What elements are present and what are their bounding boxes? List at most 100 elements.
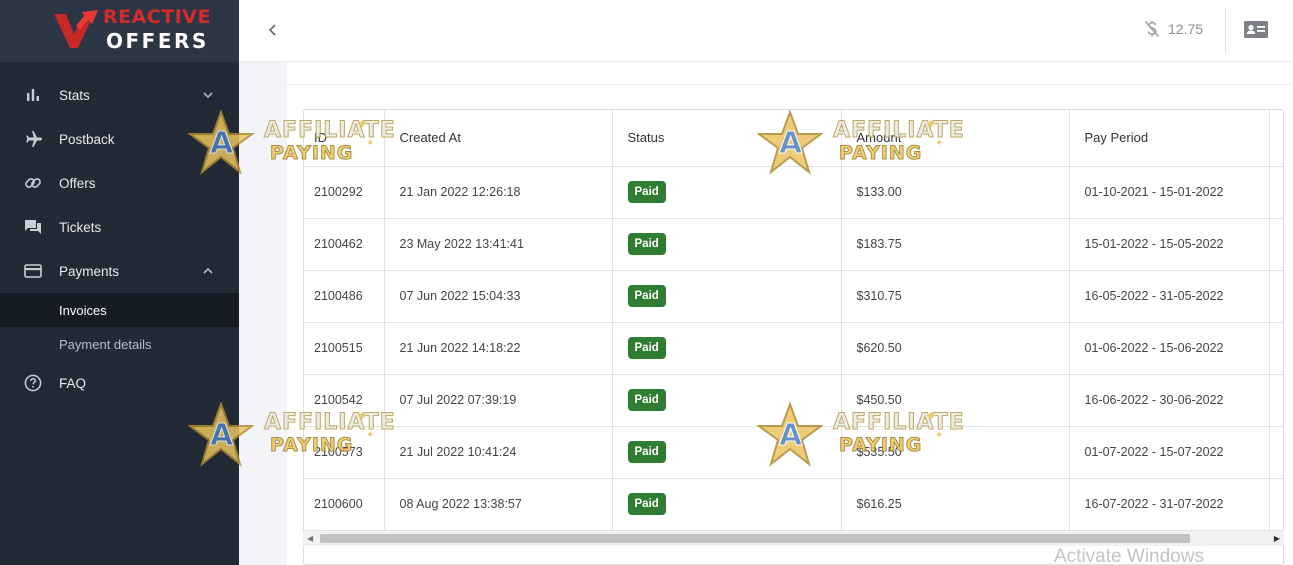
- cell-pay-period: 16-05-2022 - 31-05-2022: [1069, 270, 1270, 323]
- sidebar-item-label: FAQ: [59, 375, 87, 391]
- cell-created-at: 07 Jun 2022 15:04:33: [384, 270, 613, 323]
- status-badge: Paid: [627, 441, 666, 463]
- sidebar-item-postback[interactable]: Postback: [0, 117, 239, 161]
- cell-overflow: [1269, 218, 1283, 271]
- sidebar-subitem-invoices[interactable]: Invoices: [0, 293, 239, 327]
- cell-created-at: 23 May 2022 13:41:41: [384, 218, 613, 271]
- cell-created-at: 08 Aug 2022 13:38:57: [384, 478, 613, 531]
- sidebar: REACTIVE OFFERS Stats Postback Offers Ti…: [0, 0, 239, 565]
- cell-status: Paid: [612, 426, 842, 479]
- brand-logo[interactable]: REACTIVE OFFERS: [0, 0, 239, 62]
- cell-pay-period: 01-06-2022 - 15-06-2022: [1069, 322, 1270, 375]
- cell-overflow: [1269, 478, 1283, 531]
- column-header-amount[interactable]: Amount: [841, 110, 1070, 167]
- cell-pay-period: 16-06-2022 - 30-06-2022: [1069, 374, 1270, 427]
- bar-chart-icon: [24, 86, 42, 104]
- sidebar-item-label: Payments: [59, 263, 120, 279]
- cell-status: Paid: [612, 166, 842, 219]
- cell-amount: $310.75: [841, 270, 1070, 323]
- status-badge: Paid: [627, 285, 666, 307]
- table-row[interactable]: 2100515 21 Jun 2022 14:18:22 Paid $620.5…: [304, 322, 1283, 375]
- cell-pay-period: 15-01-2022 - 15-05-2022: [1069, 218, 1270, 271]
- cell-overflow: [1269, 322, 1283, 375]
- balance-value: 12.75: [1168, 21, 1204, 37]
- cell-created-at: 07 Jul 2022 07:39:19: [384, 374, 613, 427]
- sidebar-subitem-payment-details[interactable]: Payment details: [0, 327, 239, 361]
- column-header-created-at[interactable]: Created At: [384, 110, 613, 167]
- cell-overflow: [1269, 166, 1283, 219]
- scrollbar-thumb[interactable]: [320, 534, 1190, 543]
- chevron-down-icon: [203, 92, 213, 99]
- sidebar-subitem-label: Invoices: [59, 302, 107, 318]
- cell-amount: $616.25: [841, 478, 1070, 531]
- table-header-row: ID Created At Status Amount Pay Period: [304, 110, 1283, 167]
- activate-windows-watermark: Activate Windows: [1054, 546, 1204, 565]
- cell-id: 2100573: [304, 426, 385, 479]
- status-badge: Paid: [627, 389, 666, 411]
- cell-amount: $183.75: [841, 218, 1070, 271]
- status-badge: Paid: [627, 181, 666, 203]
- invoices-table-card: ID Created At Status Amount Pay Period 2…: [303, 109, 1284, 565]
- sidebar-item-tickets[interactable]: Tickets: [0, 205, 239, 249]
- column-header-pay-period[interactable]: Pay Period: [1069, 110, 1270, 167]
- sidebar-item-label: Postback: [59, 131, 115, 147]
- cell-id: 2100515: [304, 322, 385, 375]
- credit-card-icon: [24, 262, 42, 280]
- cell-status: Paid: [612, 270, 842, 323]
- id-card-icon[interactable]: [1243, 19, 1269, 41]
- balance-display: 12.75: [1144, 20, 1203, 38]
- sidebar-item-faq[interactable]: FAQ: [0, 361, 239, 405]
- column-header-overflow: [1269, 110, 1283, 167]
- content-gutter: [239, 62, 287, 565]
- table-row[interactable]: 2100486 07 Jun 2022 15:04:33 Paid $310.7…: [304, 270, 1283, 323]
- table-row[interactable]: 2100542 07 Jul 2022 07:39:19 Paid $450.5…: [304, 374, 1283, 427]
- cell-pay-period: 16-07-2022 - 31-07-2022: [1069, 478, 1270, 531]
- cell-status: Paid: [612, 374, 842, 427]
- cell-amount: $620.50: [841, 322, 1070, 375]
- sidebar-item-payments[interactable]: Payments: [0, 249, 239, 293]
- table-row[interactable]: 2100292 21 Jan 2022 12:26:18 Paid $133.0…: [304, 166, 1283, 219]
- cell-amount: $535.50: [841, 426, 1070, 479]
- chevron-up-icon: [203, 267, 213, 274]
- sidebar-item-offers[interactable]: Offers: [0, 161, 239, 205]
- content-divider: [287, 84, 1293, 85]
- cell-overflow: [1269, 270, 1283, 323]
- cell-pay-period: 01-10-2021 - 15-01-2022: [1069, 166, 1270, 219]
- column-header-id[interactable]: ID: [304, 110, 385, 167]
- cell-id: 2100542: [304, 374, 385, 427]
- cell-created-at: 21 Jul 2022 10:41:24: [384, 426, 613, 479]
- status-badge: Paid: [627, 493, 666, 515]
- airplane-icon: [24, 130, 42, 148]
- scroll-left-icon[interactable]: ◀: [307, 534, 313, 543]
- brand-name-bottom: OFFERS: [106, 29, 209, 53]
- chevron-left-icon[interactable]: [263, 20, 283, 40]
- chat-icon: [24, 218, 42, 236]
- cell-overflow: [1269, 374, 1283, 427]
- cell-status: Paid: [612, 478, 842, 531]
- table-row[interactable]: 2100573 21 Jul 2022 10:41:24 Paid $535.5…: [304, 426, 1283, 479]
- sidebar-item-label: Stats: [59, 87, 90, 103]
- table-row[interactable]: 2100462 23 May 2022 13:41:41 Paid $183.7…: [304, 218, 1283, 271]
- cell-status: Paid: [612, 218, 842, 271]
- sidebar-item-stats[interactable]: Stats: [0, 73, 239, 117]
- cell-pay-period: 01-07-2022 - 15-07-2022: [1069, 426, 1270, 479]
- table-row[interactable]: 2100600 08 Aug 2022 13:38:57 Paid $616.2…: [304, 478, 1283, 531]
- cell-id: 2100292: [304, 166, 385, 219]
- horizontal-scrollbar[interactable]: ◀ ▶: [303, 530, 1284, 546]
- cell-created-at: 21 Jun 2022 14:18:22: [384, 322, 613, 375]
- cell-amount: $133.00: [841, 166, 1070, 219]
- cell-overflow: [1269, 426, 1283, 479]
- link-icon: [24, 174, 42, 192]
- column-header-status[interactable]: Status: [612, 110, 842, 167]
- sidebar-item-label: Offers: [59, 175, 96, 191]
- cell-id: 2100600: [304, 478, 385, 531]
- cell-id: 2100486: [304, 270, 385, 323]
- sidebar-subitem-label: Payment details: [59, 336, 152, 352]
- logo-mark-icon: [54, 10, 98, 48]
- invoices-table: ID Created At Status Amount Pay Period 2…: [304, 110, 1283, 531]
- sidebar-nav: Stats Postback Offers Tickets Payments I…: [0, 73, 239, 405]
- scroll-right-icon[interactable]: ▶: [1274, 534, 1280, 543]
- help-circle-icon: [24, 374, 42, 392]
- status-badge: Paid: [627, 233, 666, 255]
- sidebar-item-label: Tickets: [59, 219, 102, 235]
